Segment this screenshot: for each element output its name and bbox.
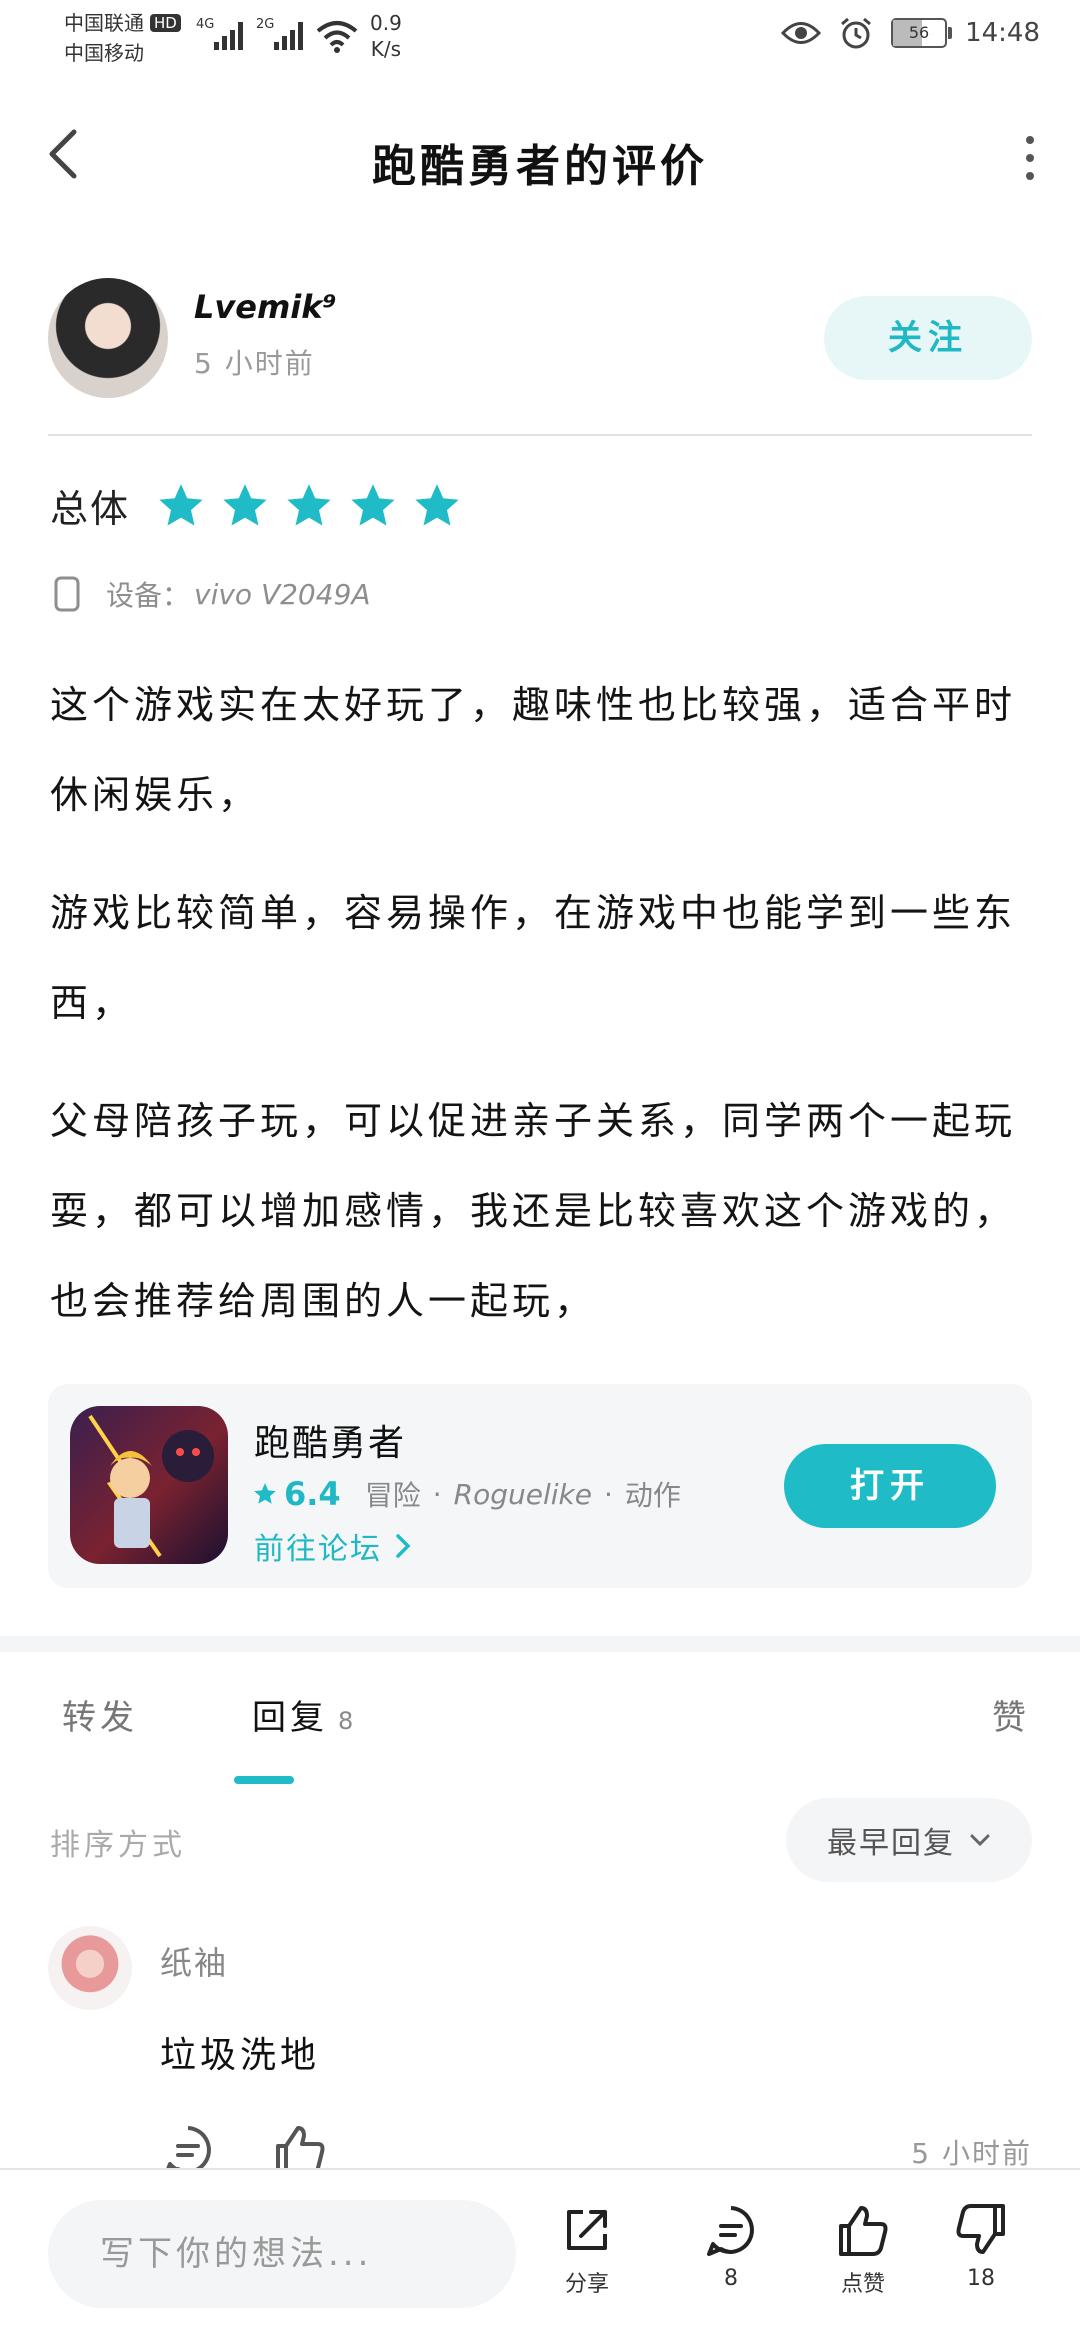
comment-icon	[707, 2206, 754, 2256]
comment-time: 5 小时前	[911, 2137, 1032, 2170]
alarm-icon	[841, 17, 872, 49]
rating-stars	[156, 481, 462, 531]
device-label: 设备：	[106, 579, 191, 612]
like-button[interactable]: 点赞	[818, 2202, 908, 2298]
review-body: 这个游戏实在太好玩了，趣味性也比较强，适合平时休闲娱乐， 游戏比较简单，容易操作…	[50, 660, 1030, 1374]
commenter-name[interactable]: 纸袖	[160, 1938, 228, 1984]
divider	[48, 434, 1032, 436]
forum-link-label: 前往论坛	[254, 1532, 382, 1567]
network-speed: 0.9 K/s	[370, 10, 402, 62]
thumbs-up-icon	[839, 2206, 888, 2256]
app-card[interactable]: 跑酷勇者 6.4 冒险 · Roguelike · 动作 前往论坛 打开	[48, 1384, 1032, 1588]
chevron-right-icon	[396, 1534, 411, 1558]
review-detail-page: 中国联通 HD 中国移动 4G 2G 0.9 K/s 56 14:48 跑酷勇者…	[0, 0, 1080, 2340]
share-label: 分享	[564, 2272, 609, 2297]
share-icon	[567, 2210, 607, 2250]
comment-input[interactable]: 写下你的想法...	[48, 2200, 516, 2308]
commenter-avatar[interactable]	[48, 1926, 132, 2010]
post-time: 5 小时前	[194, 347, 315, 380]
comment-button[interactable]: 8	[686, 2202, 776, 2291]
section-gap	[0, 1636, 1080, 1652]
app-name: 跑酷勇者	[254, 1423, 407, 1464]
review-paragraph: 游戏比较简单，容易操作，在游戏中也能学到一些东西，	[50, 891, 1017, 1025]
signal-2g-label: 2G	[256, 17, 274, 32]
battery-level: 56	[908, 23, 930, 42]
sort-dropdown[interactable]: 最早回复	[786, 1798, 1032, 1882]
app-score: 6.4	[284, 1475, 341, 1513]
carrier-2: 中国移动	[64, 41, 144, 65]
comment-item: 纸袖 垃圾洗地 5 小时前	[0, 1926, 1080, 2176]
rating-star-icon	[159, 483, 203, 526]
signal-4g-label: 4G	[196, 17, 214, 32]
tab-reply[interactable]: 回复 8	[252, 1690, 353, 1739]
tag-separator: ·	[603, 1477, 613, 1511]
signal-4g-icon: 4G	[196, 17, 243, 50]
like-label: 点赞	[840, 2272, 885, 2297]
rating-label: 总体	[50, 487, 131, 531]
comment-text: 垃圾洗地	[160, 2035, 321, 2076]
more-options-button[interactable]	[1010, 128, 1050, 188]
app-tag: 冒险	[364, 1479, 421, 1512]
top-app-bar: 跑酷勇者的评价	[0, 100, 1080, 220]
tag-separator: ·	[432, 1477, 442, 1511]
hd-badge: HD	[150, 14, 181, 32]
chevron-down-icon	[970, 1834, 990, 1847]
overall-rating: 总体	[50, 478, 462, 533]
review-paragraph: 这个游戏实在太好玩了，趣味性也比较强，适合平时休闲娱乐，	[50, 683, 1017, 817]
comment-tabs: 转发 回复 8 赞	[0, 1690, 1080, 1790]
rating-star-icon	[415, 483, 459, 526]
battery-icon: 56	[891, 18, 953, 48]
reply-count: 8	[338, 1707, 354, 1735]
tab-repost[interactable]: 转发	[62, 1690, 138, 1739]
app-tag: 动作	[624, 1479, 681, 1512]
app-meta: 6.4 冒险 · Roguelike · 动作	[252, 1474, 681, 1514]
review-paragraph: 父母陪孩子玩，可以促进亲子关系，同学两个一起玩耍，都可以增加感情，我还是比较喜欢…	[50, 1099, 1017, 1323]
sort-selected: 最早回复	[827, 1826, 955, 1861]
author-row: Lvemik⁹ 5 小时前 关注	[48, 278, 1032, 404]
rating-star-icon	[351, 483, 395, 526]
app-tag: Roguelike	[453, 1477, 592, 1511]
wifi-icon	[316, 21, 358, 53]
author-avatar[interactable]	[48, 278, 168, 398]
dislike-button[interactable]: 18	[936, 2202, 1026, 2291]
open-app-button[interactable]: 打开	[784, 1444, 996, 1528]
rating-star-icon	[287, 483, 331, 526]
star-icon	[254, 1483, 276, 1504]
status-bar: 中国联通 HD 中国移动 4G 2G 0.9 K/s 56 14:48	[0, 0, 1080, 72]
forum-link[interactable]: 前往论坛	[254, 1524, 414, 1568]
follow-button[interactable]: 关注	[824, 296, 1032, 380]
dislike-count: 18	[967, 2266, 995, 2291]
device-info: 设备： vivo V2049A	[54, 574, 371, 614]
share-button[interactable]: 分享	[542, 2202, 632, 2298]
sort-label: 排序方式	[50, 1828, 186, 1863]
status-right: 56 14:48	[781, 16, 1040, 50]
author-name[interactable]: Lvemik⁹	[194, 288, 337, 326]
carrier-info: 中国联通 HD 中国移动	[64, 8, 181, 68]
signal-2g-icon: 2G	[256, 17, 303, 50]
clock: 14:48	[965, 18, 1040, 48]
active-tab-indicator	[234, 1776, 294, 1784]
carrier-1: 中国联通	[64, 11, 144, 35]
bottom-action-bar: 写下你的想法... 分享 8 点赞 18	[0, 2168, 1080, 2340]
network-speed-value: 0.9	[370, 11, 402, 35]
tab-reply-label: 回复	[252, 1698, 328, 1738]
device-model: vivo V2049A	[194, 577, 371, 611]
app-icon[interactable]	[70, 1406, 228, 1564]
sort-row: 排序方式 最早回复	[0, 1798, 1080, 1882]
network-speed-unit: K/s	[370, 37, 402, 61]
page-title: 跑酷勇者的评价	[372, 141, 708, 192]
eye-icon	[781, 22, 822, 44]
thumbs-down-icon	[956, 2204, 1005, 2254]
comment-count: 8	[724, 2266, 738, 2291]
phone-icon	[54, 576, 80, 612]
rating-star-icon	[223, 483, 267, 526]
tab-like[interactable]: 赞	[992, 1690, 1030, 1739]
